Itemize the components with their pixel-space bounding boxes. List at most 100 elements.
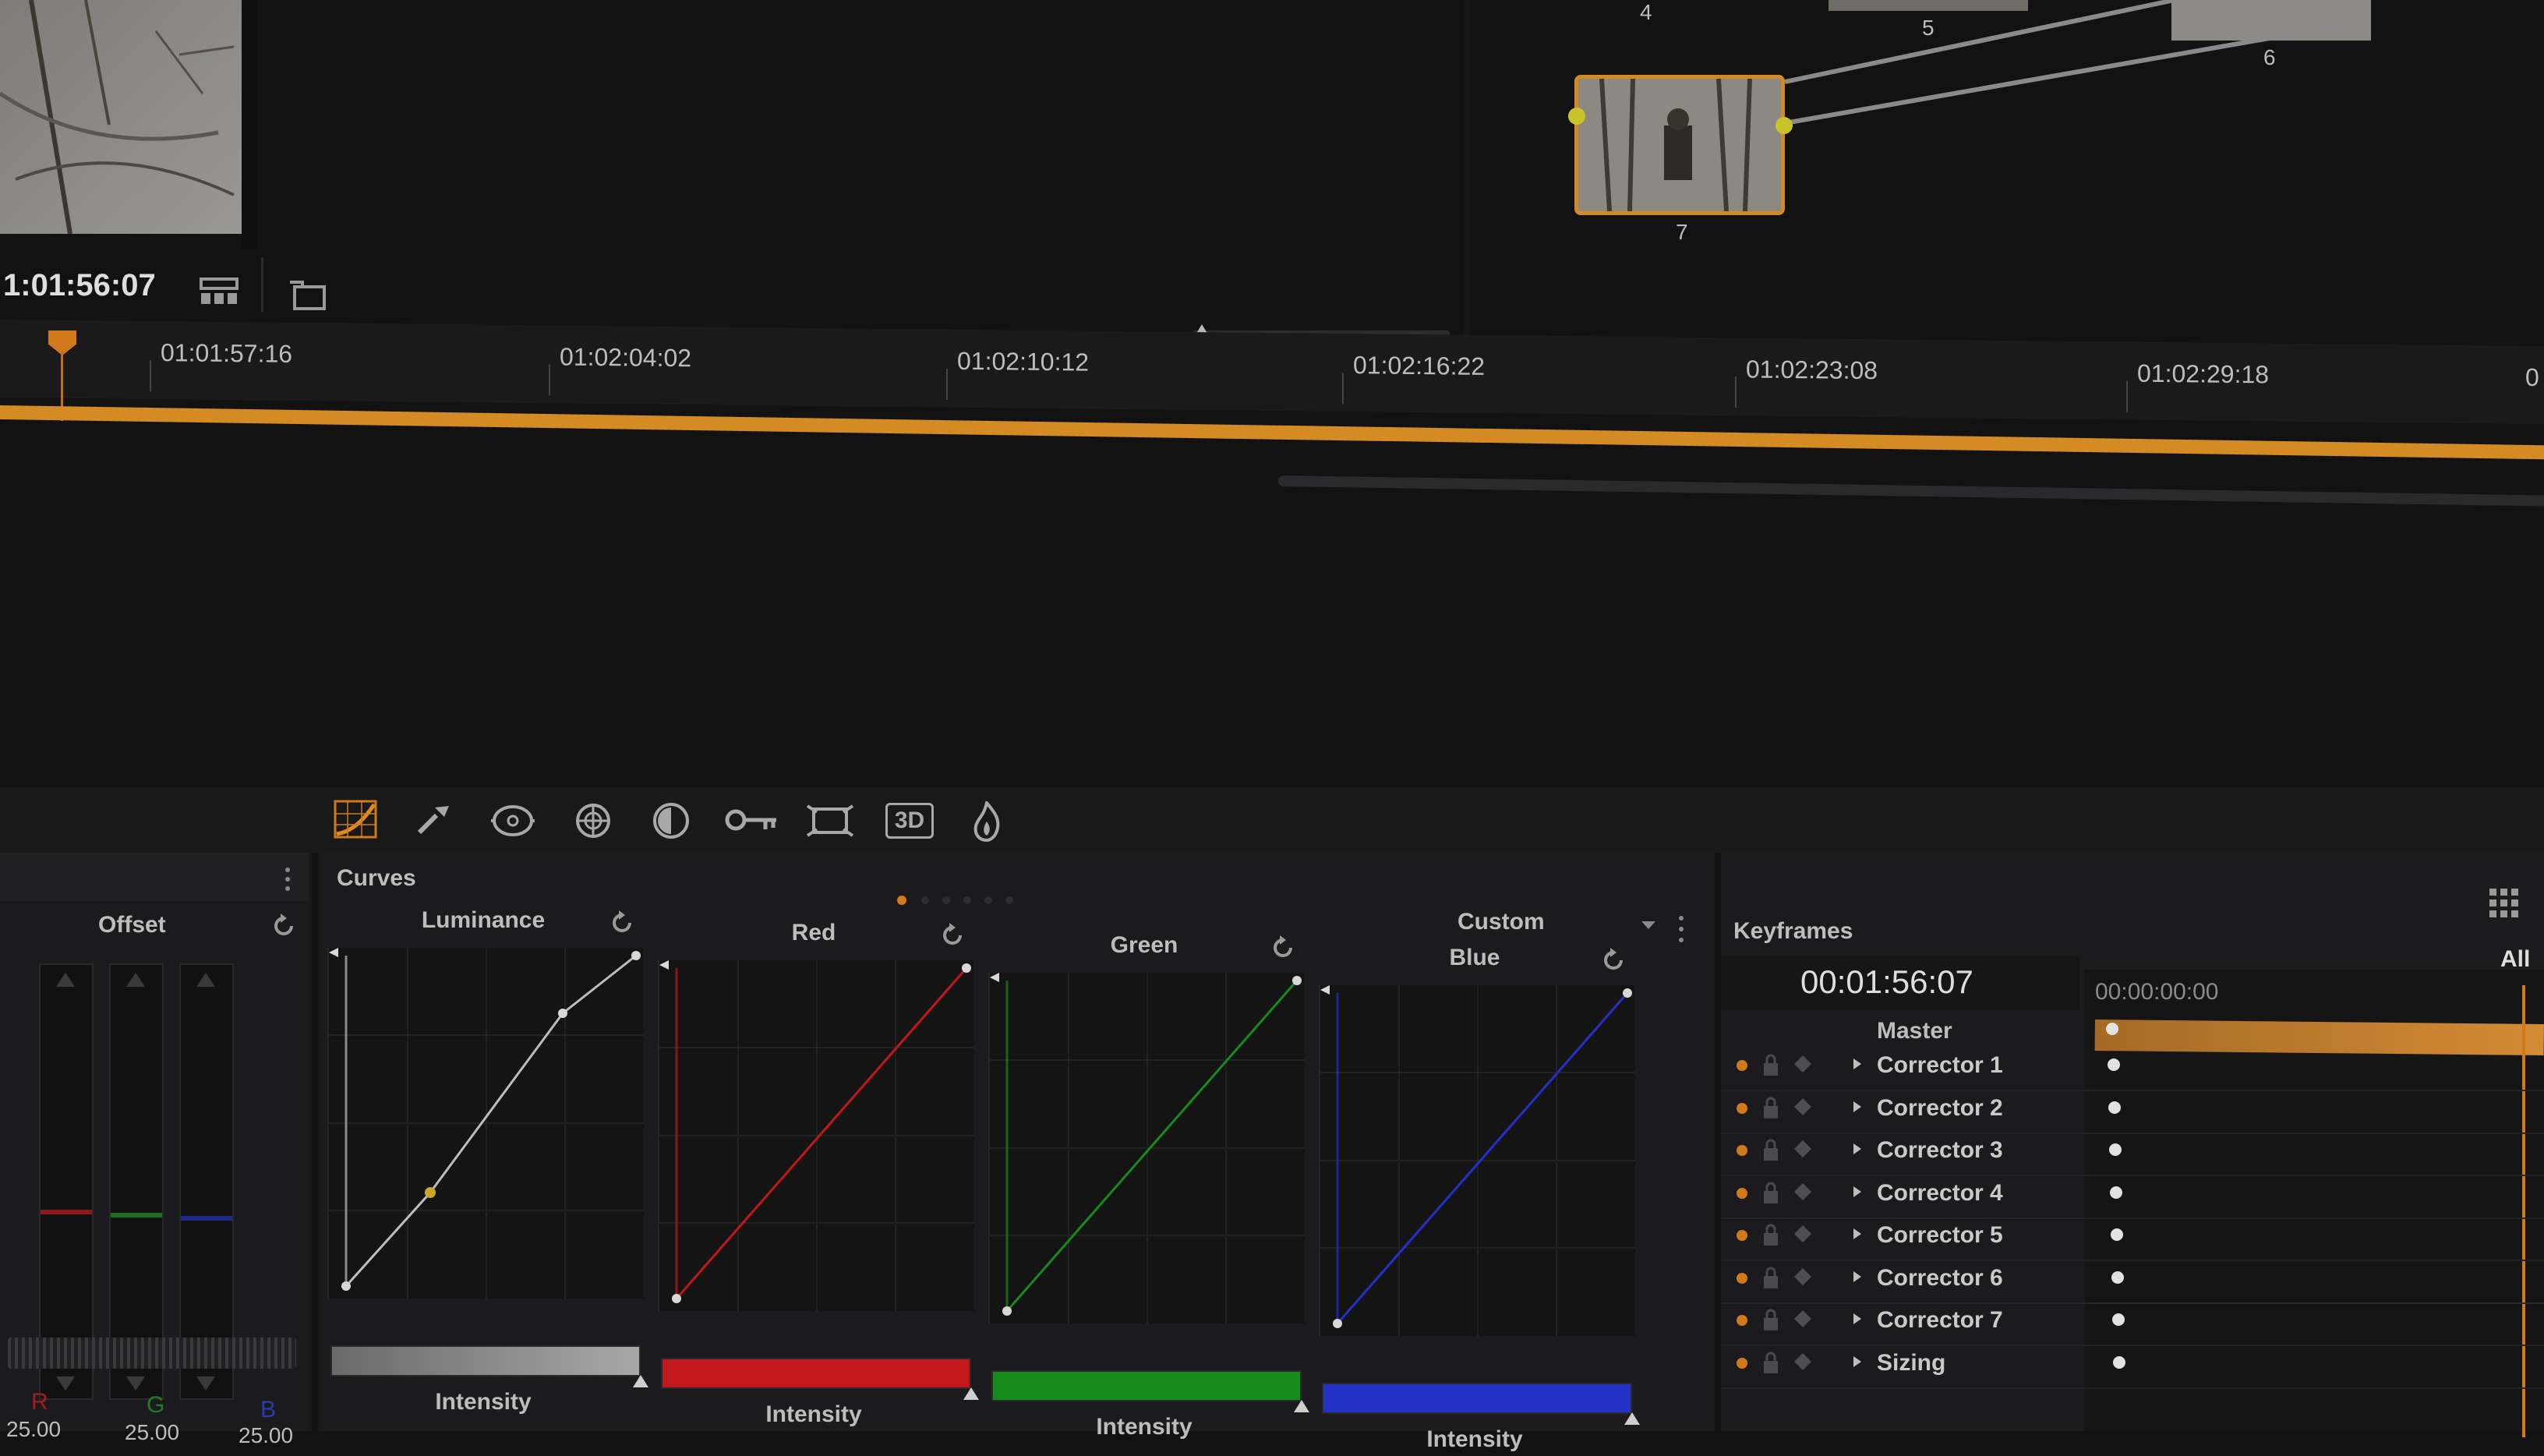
keyframe-diamond-icon[interactable] (1793, 1097, 1813, 1117)
key-icon[interactable] (725, 804, 779, 836)
curve-graph[interactable] (1319, 985, 1635, 1336)
timeline-scrollbar[interactable] (1277, 475, 2544, 507)
lock-icon[interactable] (1761, 1309, 1780, 1332)
ruler-tick-label: 01:02:10:12 (957, 346, 1090, 376)
track-enable-dot[interactable] (1737, 1230, 1747, 1241)
keyframe-marker[interactable] (2106, 1023, 2118, 1035)
lock-icon[interactable] (1761, 1352, 1780, 1375)
keyframe-diamond-icon[interactable] (1793, 1224, 1813, 1244)
offset-value-g[interactable]: 25.00 (125, 1420, 179, 1445)
expand-arrow-icon[interactable] (1852, 1355, 1863, 1369)
offset-value-b[interactable]: 25.00 (238, 1423, 293, 1448)
intensity-slider[interactable] (330, 1345, 641, 1376)
intensity-slider[interactable] (1322, 1383, 1632, 1414)
intensity-handle[interactable] (633, 1375, 648, 1387)
window-icon[interactable] (489, 801, 536, 840)
keyframe-track-row[interactable]: Corrector 2 (1721, 1094, 2544, 1134)
curve-editor-luminance: Luminance Intensity (320, 904, 648, 1419)
blur-icon[interactable] (652, 801, 691, 840)
track-enable-dot[interactable] (1737, 1102, 1747, 1114)
lock-icon[interactable] (1761, 1054, 1780, 1077)
keyframe-track-row[interactable]: Corrector 6 (1721, 1263, 2544, 1304)
keyframe-marker[interactable] (2108, 1058, 2120, 1071)
keyframe-marker[interactable] (2108, 1101, 2121, 1114)
keyframe-track-row[interactable]: Corrector 4 (1721, 1179, 2544, 1219)
keyframe-marker[interactable] (2111, 1270, 2124, 1284)
keyframe-marker[interactable] (2113, 1355, 2125, 1369)
keyframe-diamond-icon[interactable] (1793, 1139, 1813, 1159)
offset-reset-icon[interactable] (270, 912, 298, 940)
eyedropper-icon[interactable] (413, 800, 452, 839)
intensity-slider[interactable] (661, 1358, 971, 1389)
intensity-slider[interactable] (991, 1370, 1302, 1401)
keyframe-diamond-icon[interactable] (1793, 1054, 1813, 1074)
track-enable-dot[interactable] (1737, 1357, 1747, 1369)
viewer-layout-icon[interactable] (200, 277, 238, 307)
tracker-icon[interactable] (572, 801, 614, 840)
keyframe-track-row[interactable]: Corrector 3 (1721, 1136, 2544, 1176)
grid-menu-icon[interactable] (2488, 887, 2521, 920)
flame-icon[interactable] (971, 801, 1002, 842)
curves-icon[interactable] (334, 800, 377, 839)
keyframe-diamond-icon[interactable] (1793, 1267, 1813, 1287)
expand-arrow-icon[interactable] (1852, 1057, 1863, 1071)
keyframe-diamond-icon[interactable] (1793, 1309, 1813, 1329)
node-label-4: 4 (1640, 0, 1652, 24)
keyframe-track-row[interactable]: Sizing (1721, 1348, 2544, 1389)
lock-icon[interactable] (1761, 1267, 1780, 1290)
offset-slider-b[interactable] (179, 963, 234, 1400)
track-enable-dot[interactable] (1737, 1315, 1747, 1326)
curve-graph[interactable] (658, 960, 974, 1311)
expand-arrow-icon[interactable] (1852, 1270, 1863, 1284)
track-label: Corrector 3 (1877, 1137, 2003, 1163)
expand-arrow-icon[interactable] (1852, 1185, 1863, 1199)
node-7[interactable] (1574, 75, 1785, 215)
timeline-ruler[interactable]: 01:01:57:16 01:02:04:02 01:02:10:12 01:0… (0, 320, 2544, 425)
lock-icon[interactable] (1761, 1097, 1780, 1120)
track-label: Corrector 6 (1877, 1264, 2003, 1291)
offset-menu-icon[interactable] (285, 867, 290, 893)
lock-icon[interactable] (1761, 1224, 1780, 1247)
curve-graph[interactable] (327, 948, 644, 1299)
lock-icon[interactable] (1761, 1139, 1780, 1162)
keyframe-diamond-icon[interactable] (1793, 1182, 1813, 1202)
keyframe-track-row[interactable]: Corrector 5 (1721, 1221, 2544, 1261)
intensity-handle[interactable] (1294, 1400, 1309, 1412)
offset-panel: Offset R G B 25.00 25.00 25.00 (0, 853, 309, 1447)
sizing-icon[interactable] (806, 801, 854, 840)
intensity-handle[interactable] (1624, 1412, 1640, 1425)
node-input-dot[interactable] (1568, 108, 1585, 125)
node-output-dot[interactable] (1776, 117, 1793, 134)
offset-value-r[interactable]: 25.00 (6, 1417, 61, 1442)
track-enable-dot[interactable] (1737, 1187, 1747, 1199)
curve-reset-icon[interactable] (1599, 946, 1627, 974)
keyframes-filter[interactable]: All (2500, 946, 2530, 973)
gallery-icon[interactable] (288, 279, 327, 312)
keyframe-marker[interactable] (2111, 1228, 2123, 1241)
keyframe-marker[interactable] (2112, 1313, 2125, 1326)
keyframe-track-row[interactable]: Corrector 7 (1721, 1306, 2544, 1346)
expand-arrow-icon[interactable] (1852, 1100, 1863, 1114)
3d-icon[interactable]: 3D (885, 803, 934, 839)
curve-reset-icon[interactable] (608, 909, 636, 937)
keyframe-track-row[interactable]: Corrector 1 (1721, 1051, 2544, 1091)
expand-arrow-icon[interactable] (1852, 1142, 1863, 1156)
track-enable-dot[interactable] (1737, 1145, 1747, 1156)
offset-jog-wheel[interactable] (8, 1338, 296, 1369)
curve-graph[interactable] (988, 973, 1305, 1323)
keyframe-marker[interactable] (2109, 1143, 2122, 1156)
expand-arrow-icon[interactable] (1852, 1312, 1863, 1326)
expand-arrow-icon[interactable] (1852, 1227, 1863, 1241)
lock-icon[interactable] (1761, 1182, 1780, 1205)
intensity-handle[interactable] (963, 1387, 979, 1400)
curve-editor-red: Red Intensity (650, 917, 979, 1431)
offset-slider-g[interactable] (109, 963, 164, 1400)
keyframe-diamond-icon[interactable] (1793, 1352, 1813, 1372)
curve-reset-icon[interactable] (1269, 934, 1297, 962)
offset-channel-r: R (31, 1389, 48, 1415)
track-enable-dot[interactable] (1737, 1060, 1747, 1071)
track-enable-dot[interactable] (1737, 1272, 1747, 1284)
curve-reset-icon[interactable] (938, 921, 966, 949)
offset-slider-r[interactable] (39, 963, 94, 1400)
keyframe-marker[interactable] (2110, 1186, 2122, 1199)
